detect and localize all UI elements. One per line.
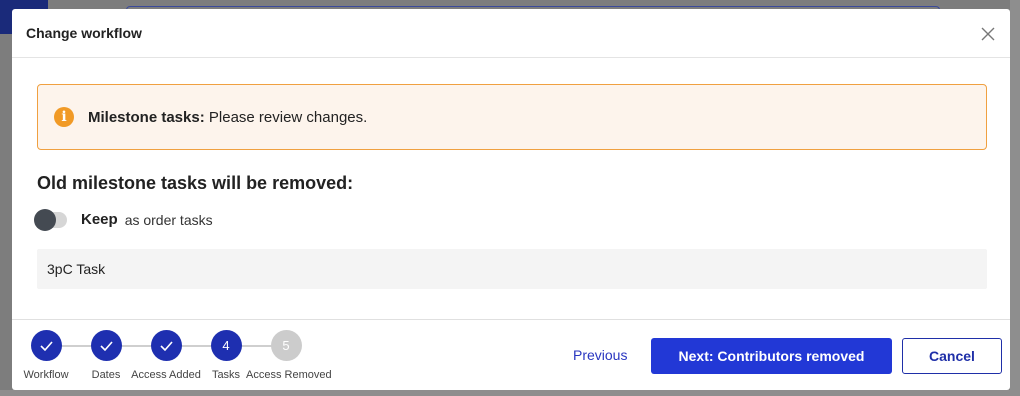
info-icon: i (54, 107, 74, 127)
modal-footer: Workflow Dates Access Added 4 Tasks 5 Ac… (12, 319, 1010, 390)
step-label: Access Removed (246, 369, 332, 381)
stepper: Workflow Dates Access Added 4 Tasks 5 Ac… (12, 320, 342, 390)
modal-title: Change workflow (26, 25, 142, 41)
change-workflow-modal: Change workflow i Milestone tasks: Pleas… (12, 9, 1010, 390)
previous-button[interactable]: Previous (573, 347, 627, 363)
close-icon (981, 27, 995, 41)
next-button[interactable]: Next: Contributors removed (651, 338, 892, 374)
background-right-edge (1010, 0, 1020, 396)
step-circle-access-removed: 5 (270, 330, 302, 361)
milestone-alert: i Milestone tasks: Please review changes… (37, 84, 987, 150)
modal-header: Change workflow (12, 9, 1010, 58)
step-access-removed: 5 Access Removed (246, 330, 332, 381)
step-circle-access-added (150, 330, 182, 361)
task-item: 3pC Task (37, 249, 987, 289)
alert-strong: Milestone tasks: (88, 108, 205, 126)
step-circle-workflow (30, 330, 62, 361)
check-icon (39, 340, 53, 351)
step-circle-tasks: 4 (210, 330, 242, 361)
keep-label: as order tasks (124, 211, 213, 228)
toggle-knob (34, 208, 56, 231)
keep-toggle[interactable] (34, 208, 67, 231)
alert-text: Milestone tasks: Please review changes. (88, 109, 367, 126)
keep-label-strong: Keep (81, 211, 118, 228)
check-icon (99, 340, 113, 351)
keep-toggle-row: Keep as order tasks (34, 208, 213, 231)
section-title: Old milestone tasks will be removed: (37, 173, 354, 193)
background-bottom-edge (0, 390, 1020, 396)
close-button[interactable] (978, 24, 998, 44)
cancel-button[interactable]: Cancel (902, 338, 1002, 374)
step-circle-dates (90, 330, 122, 361)
check-icon (159, 340, 173, 351)
alert-message: Please review changes. (208, 108, 368, 126)
